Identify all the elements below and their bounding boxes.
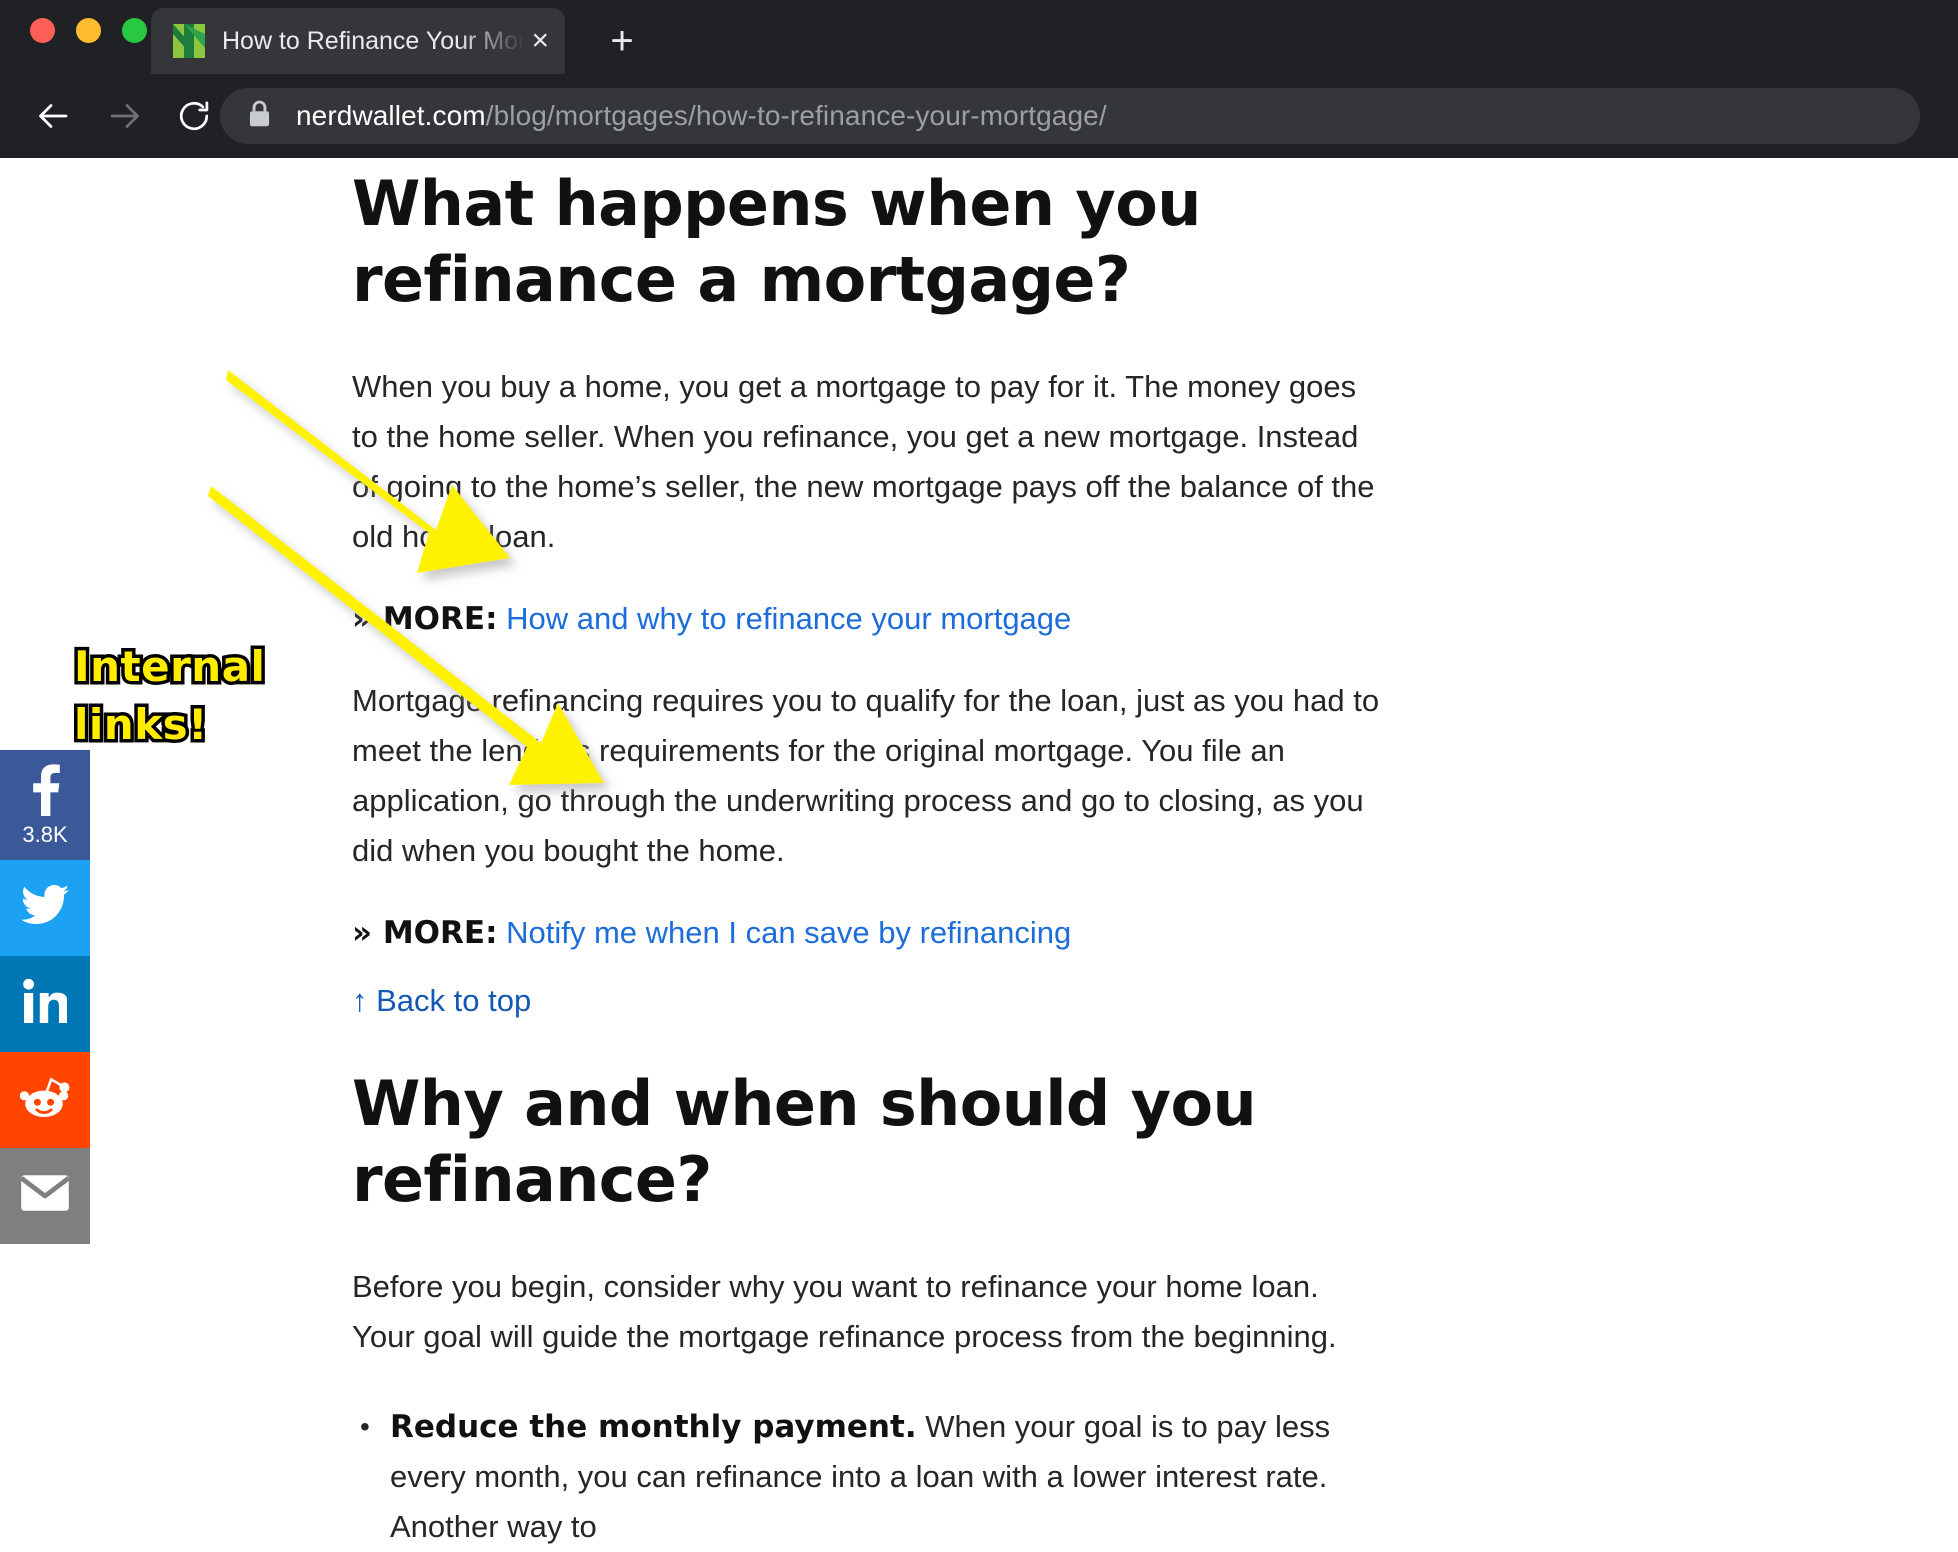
more-prefix-2: » MORE: — [352, 915, 498, 951]
list-item-term: Reduce the monthly payment. — [390, 1409, 917, 1445]
url-host: nerdwallet.com — [296, 100, 486, 131]
window-close-button[interactable] — [30, 18, 55, 43]
more-link-1[interactable]: How and why to refinance your mortgage — [506, 601, 1071, 636]
forward-arrow-icon[interactable] — [96, 88, 152, 144]
back-to-top-row: ↑ Back to top — [352, 976, 1382, 1026]
browser-tab-title: How to Refinance Your Mortgage — [222, 27, 526, 55]
lock-icon — [247, 99, 272, 134]
article-paragraph-2: Mortgage refinancing requires you to qua… — [352, 683, 1380, 868]
share-button-email[interactable] — [0, 1148, 90, 1244]
reasons-list: Reduce the monthly payment. When your go… — [352, 1402, 1382, 1552]
twitter-icon — [21, 884, 69, 930]
more-link-row-2: » MORE: Notify me when I can save by ref… — [352, 908, 1382, 958]
facebook-share-count: 3.8K — [22, 821, 68, 847]
annotation-label: Internal links! — [71, 638, 304, 754]
page-viewport: 3.8K What happens when you refinance a m… — [0, 158, 1958, 1552]
annotation-label-line-2: links! — [71, 697, 211, 753]
reddit-icon — [19, 1075, 70, 1124]
tab-strip: How to Refinance Your Mortgage × + — [0, 0, 1958, 74]
browser-chrome: How to Refinance Your Mortgage × + — [0, 0, 1958, 158]
back-arrow-icon[interactable] — [26, 88, 82, 144]
article-content: What happens when you refinance a mortga… — [352, 158, 1382, 1552]
window-minimize-button[interactable] — [76, 18, 101, 43]
article-paragraph-3: Before you begin, consider why you want … — [352, 1269, 1337, 1354]
email-icon — [19, 1174, 71, 1217]
annotation-label-line-1: Internal — [71, 639, 269, 695]
section-heading-2: Why and when should you refinance? — [352, 1067, 1257, 1216]
address-bar[interactable]: nerdwallet.com/blog/mortgages/how-to-ref… — [220, 88, 1920, 144]
article-paragraph-1: When you buy a home, you get a mortgage … — [352, 369, 1375, 554]
share-button-twitter[interactable] — [0, 860, 90, 956]
reload-icon[interactable] — [166, 88, 222, 144]
more-link-row-1: » MORE: How and why to refinance your mo… — [352, 594, 1382, 644]
more-prefix-1: » MORE: — [352, 601, 498, 637]
share-button-linkedin[interactable] — [0, 956, 90, 1052]
browser-tab[interactable]: How to Refinance Your Mortgage × — [151, 8, 565, 74]
social-share-rail: 3.8K — [0, 750, 90, 1244]
more-link-2[interactable]: Notify me when I can save by refinancing — [506, 915, 1071, 950]
window-zoom-button[interactable] — [122, 18, 147, 43]
browser-toolbar: nerdwallet.com/blog/mortgages/how-to-ref… — [0, 74, 1958, 158]
page-title: What happens when you refinance a mortga… — [352, 167, 1201, 316]
back-to-top-link[interactable]: ↑ Back to top — [352, 976, 531, 1026]
list-item: Reduce the monthly payment. When your go… — [352, 1402, 1382, 1552]
linkedin-icon — [23, 978, 69, 1028]
new-tab-button[interactable]: + — [597, 18, 647, 68]
address-bar-url: nerdwallet.com/blog/mortgages/how-to-ref… — [296, 100, 1107, 132]
window-traffic-lights — [30, 18, 147, 43]
nerdwallet-favicon-icon — [173, 24, 205, 58]
share-button-facebook[interactable]: 3.8K — [0, 750, 90, 860]
share-button-reddit[interactable] — [0, 1052, 90, 1148]
facebook-icon — [28, 763, 62, 821]
url-path: /blog/mortgages/how-to-refinance-your-mo… — [485, 100, 1107, 131]
tab-close-icon[interactable]: × — [531, 26, 549, 56]
